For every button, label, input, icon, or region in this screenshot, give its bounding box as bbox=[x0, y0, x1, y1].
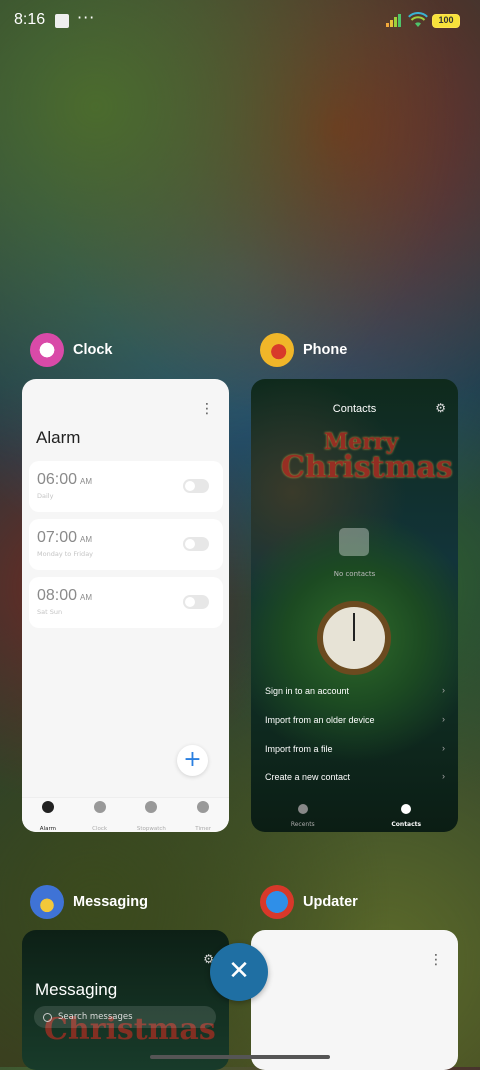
stopwatch-icon bbox=[145, 801, 158, 813]
app-card-phone[interactable]: Contacts ⚙ Merry Christmas No contacts S… bbox=[251, 379, 458, 832]
tab-recents[interactable]: Recents bbox=[251, 794, 355, 832]
app-header-messaging[interactable]: Messaging bbox=[30, 885, 148, 919]
page-title: Alarm bbox=[36, 428, 81, 447]
notification-icon bbox=[55, 14, 69, 28]
alarm-repeat: Sat Sun bbox=[37, 608, 63, 616]
app-header-phone[interactable]: Phone bbox=[260, 333, 347, 367]
create-contact-item[interactable]: Create a new contact › bbox=[265, 771, 445, 782]
app-name: Phone bbox=[303, 342, 348, 358]
phone-tab-bar: Recents Contacts bbox=[251, 794, 458, 832]
signal-icon bbox=[386, 14, 401, 27]
tab-clock[interactable]: Clock bbox=[74, 798, 126, 832]
timer-icon bbox=[197, 801, 210, 813]
app-name: Updater bbox=[303, 894, 358, 910]
app-name: Clock bbox=[73, 342, 113, 358]
more-notifications-icon: ··· bbox=[77, 8, 96, 27]
tab-alarm[interactable]: Alarm bbox=[22, 798, 74, 832]
christmas-banner: Merry Christmas bbox=[281, 429, 453, 485]
settings-icon[interactable]: ⚙ bbox=[435, 401, 446, 415]
wall-clock-illustration bbox=[317, 601, 391, 675]
tab-timer[interactable]: Timer bbox=[177, 798, 229, 832]
app-name: Messaging bbox=[73, 894, 148, 910]
alarm-toggle[interactable] bbox=[183, 479, 209, 493]
alarm-time: 08:00 AM bbox=[37, 587, 93, 604]
sign-in-item[interactable]: Sign in to an account › bbox=[265, 685, 445, 696]
chevron-right-icon: › bbox=[442, 685, 445, 695]
chevron-right-icon: › bbox=[442, 743, 445, 753]
battery-indicator: 100 bbox=[432, 14, 460, 28]
add-alarm-button[interactable]: + bbox=[177, 745, 208, 776]
app-card-updater[interactable]: ⋮ bbox=[251, 930, 458, 1070]
home-indicator[interactable] bbox=[150, 1055, 330, 1059]
messaging-app-icon bbox=[30, 885, 64, 919]
alarm-time: 07:00 AM bbox=[37, 529, 93, 546]
alarm-time: 06:00 AM bbox=[37, 471, 93, 488]
status-time: 8:16 bbox=[14, 11, 46, 28]
alarm-item[interactable]: 08:00 AM Sat Sun bbox=[29, 577, 223, 628]
app-header-clock[interactable]: Clock bbox=[30, 333, 113, 367]
person-icon bbox=[339, 528, 369, 556]
app-card-clock[interactable]: ⋮ Alarm 06:00 AM Daily 07:00 AM Monday to … bbox=[22, 379, 229, 832]
import-older-device-item[interactable]: Import from an older device › bbox=[265, 714, 445, 725]
alarm-repeat: Monday to Friday bbox=[37, 550, 94, 558]
empty-state-text: No contacts bbox=[333, 570, 376, 578]
more-options-icon[interactable]: ⋮ bbox=[429, 952, 443, 968]
wifi-icon bbox=[408, 12, 428, 27]
alarm-repeat: Daily bbox=[37, 492, 54, 500]
chevron-right-icon: › bbox=[442, 771, 445, 781]
alarm-icon bbox=[41, 801, 54, 813]
search-input[interactable]: Search messages bbox=[34, 1006, 216, 1028]
chevron-right-icon: › bbox=[442, 714, 445, 724]
clock-tab-bar: Alarm Clock Stopwatch Timer bbox=[22, 797, 229, 832]
clock-app-icon bbox=[30, 333, 64, 367]
updater-app-icon bbox=[260, 885, 294, 919]
alarm-toggle[interactable] bbox=[183, 595, 209, 609]
contacts-icon bbox=[401, 804, 412, 814]
more-options-icon[interactable]: ⋮ bbox=[200, 401, 214, 417]
app-card-messaging[interactable]: ⚙ Messaging Christmas Search messages bbox=[22, 930, 229, 1070]
status-bar: 8:16 ··· 100 bbox=[0, 0, 480, 44]
tab-contacts[interactable]: Contacts bbox=[355, 794, 459, 832]
alarm-toggle[interactable] bbox=[183, 537, 209, 551]
phone-icon bbox=[297, 804, 308, 814]
clock-icon bbox=[93, 801, 106, 813]
alarm-item[interactable]: 06:00 AM Daily bbox=[29, 461, 223, 512]
page-title: Contacts bbox=[332, 403, 377, 415]
import-file-item[interactable]: Import from a file › bbox=[265, 743, 445, 754]
app-header-updater[interactable]: Updater bbox=[260, 885, 358, 919]
alarm-item[interactable]: 07:00 AM Monday to Friday bbox=[29, 519, 223, 570]
clear-all-button[interactable]: ✕ bbox=[210, 943, 268, 1001]
page-title: Messaging bbox=[35, 980, 118, 999]
phone-app-icon bbox=[260, 333, 294, 367]
tab-stopwatch[interactable]: Stopwatch bbox=[126, 798, 178, 832]
